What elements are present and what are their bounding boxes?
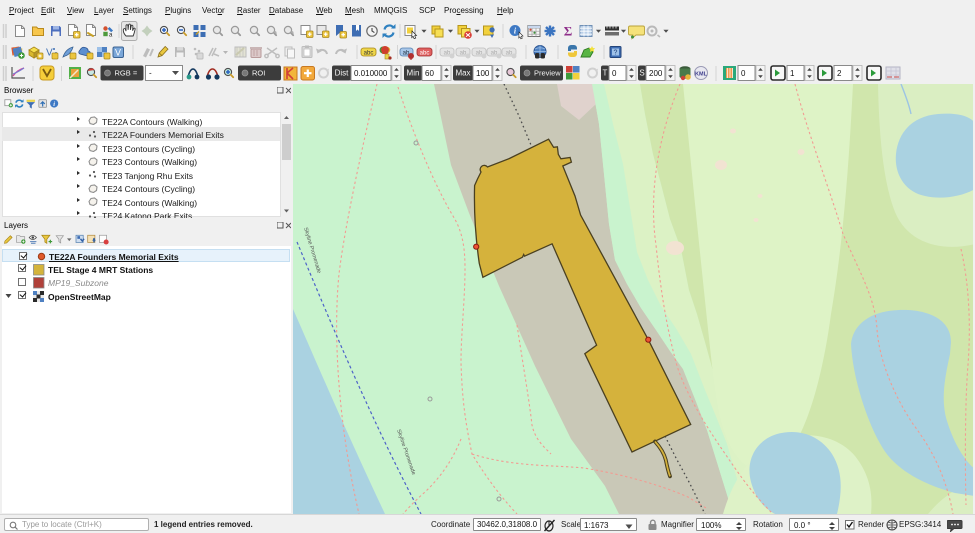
svg-text:-: - [149, 69, 152, 78]
svg-text:1: 1 [790, 69, 795, 78]
svg-text:Min: Min [407, 69, 420, 78]
svg-text:60: 60 [425, 69, 434, 78]
svg-text:Max: Max [455, 69, 470, 78]
svg-text:ROI: ROI [252, 69, 265, 78]
svg-text:T: T [603, 69, 608, 78]
svg-text:0.010000: 0.010000 [354, 69, 388, 78]
svg-text:a: a [109, 33, 113, 39]
svg-text:RGB =: RGB = [115, 69, 138, 78]
svg-text:100: 100 [476, 69, 490, 78]
svg-text:Preview: Preview [534, 69, 561, 78]
svg-text:Dist: Dist [335, 69, 350, 78]
svg-text:S: S [639, 69, 644, 78]
svg-text:2: 2 [837, 69, 842, 78]
svg-text:Σ: Σ [564, 24, 573, 39]
svg-text:200: 200 [649, 69, 663, 78]
svg-text:abc: abc [420, 51, 430, 57]
svg-text:abc: abc [364, 51, 374, 57]
svg-text:KML: KML [695, 72, 708, 78]
svg-text:V: V [115, 48, 121, 58]
svg-text:0: 0 [612, 69, 617, 78]
svg-text:?: ? [614, 50, 618, 57]
svg-text:i: i [53, 101, 55, 108]
svg-text:0: 0 [741, 69, 746, 78]
